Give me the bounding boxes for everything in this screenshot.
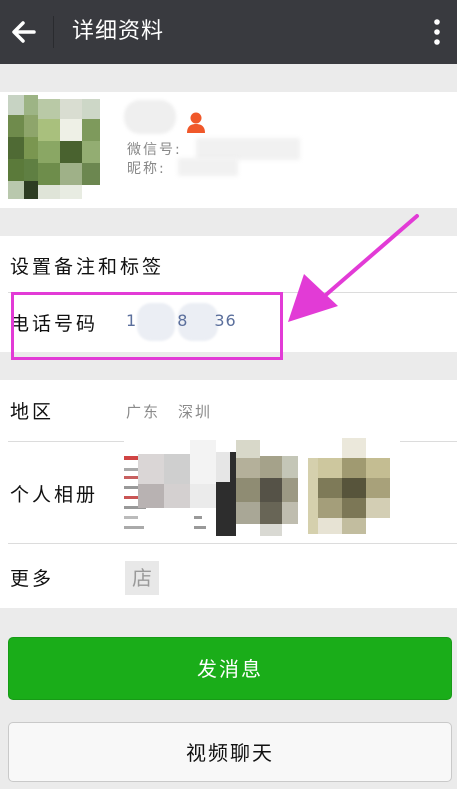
nickname-value-redacted <box>178 158 238 176</box>
region-label: 地区 <box>10 401 55 423</box>
phone-highlight-box <box>11 292 283 360</box>
wechat-id-label: 微信号: <box>127 142 182 158</box>
album-photo-3[interactable] <box>308 438 400 534</box>
region-value: 广东 深圳 <box>126 401 212 422</box>
more-label[interactable]: 更多 <box>10 564 54 591</box>
avatar[interactable] <box>8 95 104 199</box>
title-bar: 详细资料 <box>0 0 457 64</box>
region-city: 深圳 <box>178 403 213 421</box>
shop-icon: 店 <box>125 561 159 595</box>
remarks-tags-row[interactable]: 设置备注和标签 <box>10 252 164 279</box>
album-photo-2[interactable] <box>216 440 308 536</box>
album-label: 个人相册 <box>10 484 99 506</box>
person-icon <box>187 112 205 133</box>
nickname-redacted <box>124 100 176 134</box>
send-message-button[interactable]: 发消息 <box>8 637 452 700</box>
page-title: 详细资料 <box>72 19 165 44</box>
row-divider <box>8 543 457 544</box>
more-vertical-icon[interactable] <box>426 14 448 50</box>
annotation-arrow-icon <box>288 214 419 322</box>
nickname-label: 昵称: <box>127 161 166 177</box>
album-photo-1[interactable] <box>124 440 216 536</box>
region-province: 广东 <box>126 403 161 421</box>
arrow-left-icon[interactable] <box>8 14 42 50</box>
title-divider <box>53 16 54 48</box>
video-call-button[interactable]: 视频聊天 <box>8 722 452 782</box>
wechat-id-redacted <box>196 138 300 160</box>
